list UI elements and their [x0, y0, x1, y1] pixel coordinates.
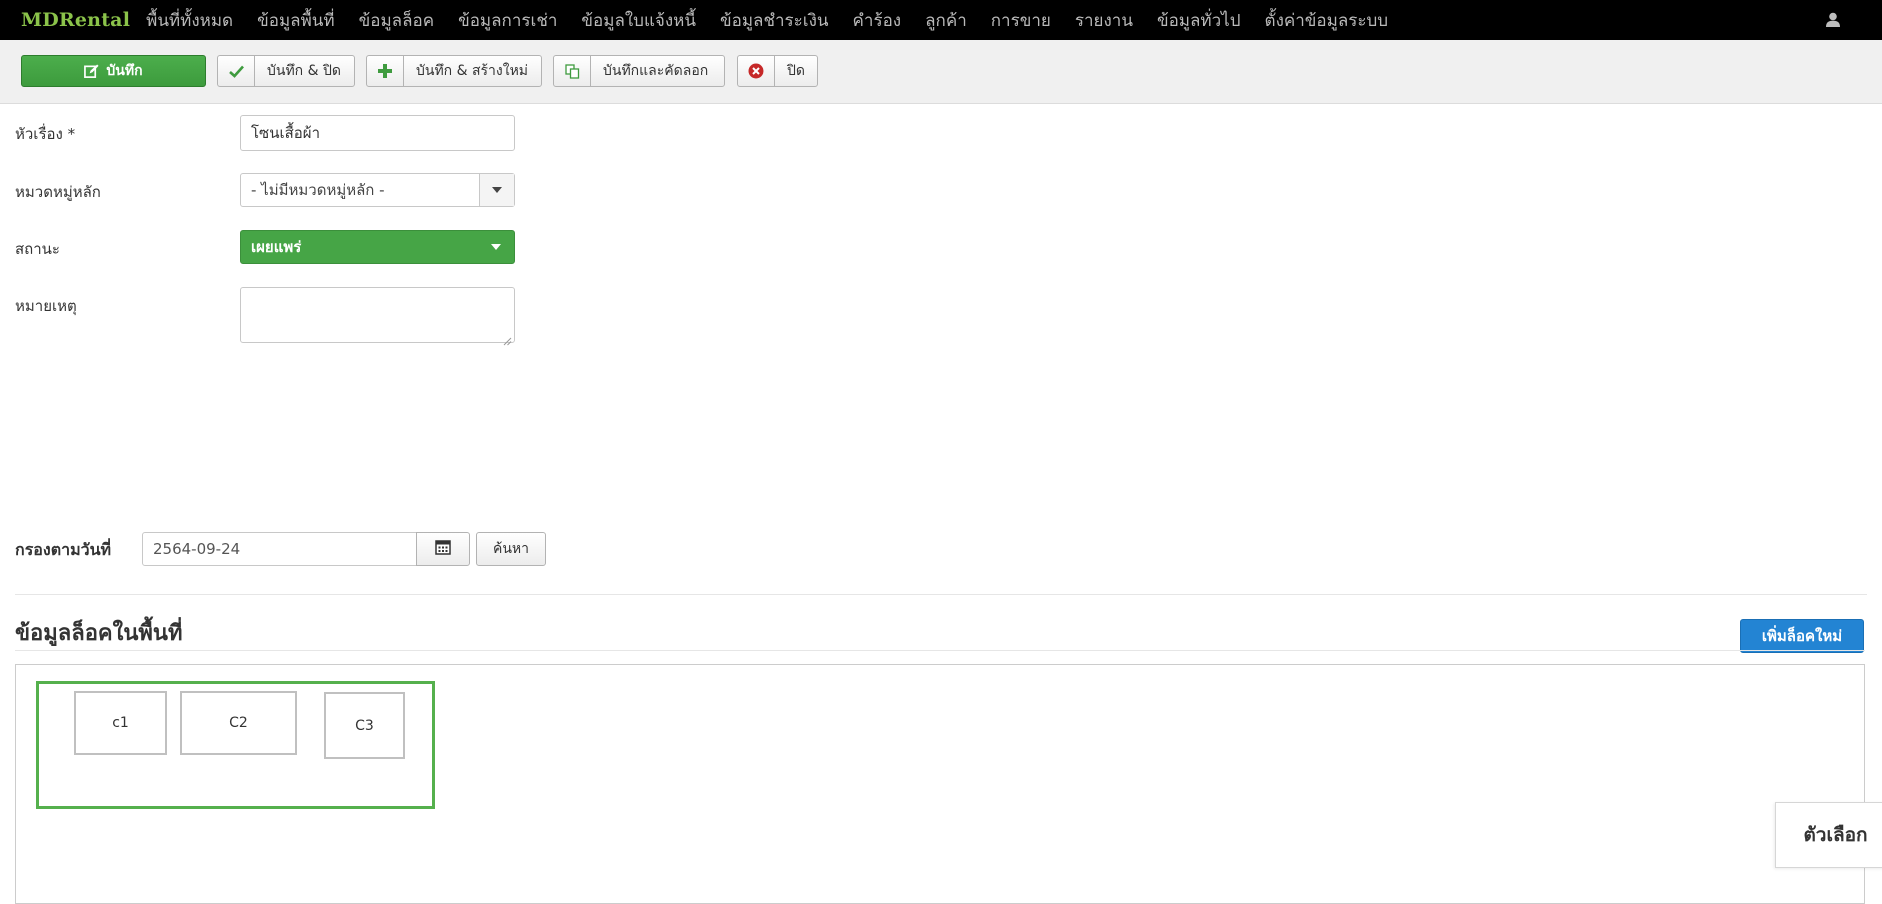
nav-rental-info[interactable]: ข้อมูลการเช่า	[446, 7, 569, 34]
status-select-value: เผยแพร่	[251, 238, 302, 256]
nav-all-areas[interactable]: พื้นที่ทั้งหมด	[134, 7, 245, 34]
date-filter-input[interactable]	[142, 532, 417, 566]
nav-payment-info[interactable]: ข้อมูลชำระเงิน	[708, 7, 841, 34]
title-input[interactable]	[240, 115, 515, 151]
save-button[interactable]: บันทึก	[21, 55, 206, 87]
options-tab[interactable]: ตัวเลือก	[1775, 802, 1882, 868]
nav-requests[interactable]: คำร้อง	[841, 7, 914, 34]
lock-label: C3	[355, 717, 374, 734]
title-label: หัวเรื่อง *	[15, 125, 76, 143]
section-divider	[15, 650, 1865, 651]
nav-customers[interactable]: ลูกค้า	[913, 7, 979, 34]
nav-system-settings[interactable]: ตั้งค่าข้อมูลระบบ	[1253, 7, 1401, 34]
close-circle-icon	[738, 56, 775, 86]
brand-logo[interactable]: MDRental	[21, 9, 130, 31]
status-select[interactable]: เผยแพร่	[240, 230, 515, 264]
nav-general-info[interactable]: ข้อมูลทั่วไป	[1145, 7, 1253, 34]
top-navbar: MDRental พื้นที่ทั้งหมด ข้อมูลพื้นที่ ข้…	[0, 0, 1882, 40]
edit-icon	[84, 56, 99, 86]
calendar-icon	[435, 539, 451, 559]
user-icon[interactable]	[1824, 11, 1842, 29]
lock-label: C2	[229, 715, 248, 731]
lock-layout-canvas: c1 C2 C3	[15, 664, 1865, 904]
save-button-label: บันทึก	[106, 63, 143, 79]
lock-box-c3[interactable]: C3	[324, 692, 405, 759]
copy-icon	[554, 56, 591, 86]
save-close-label: บันทึก & ปิด	[267, 63, 341, 79]
save-copy-button[interactable]: บันทึกและคัดลอก	[553, 55, 725, 87]
close-button[interactable]: ปิด	[737, 55, 818, 87]
nav-reports[interactable]: รายงาน	[1063, 7, 1145, 34]
note-label: หมายเหตุ	[15, 297, 77, 315]
search-button[interactable]: ค้นหา	[476, 532, 546, 566]
divider	[15, 594, 1867, 595]
plus-icon	[367, 56, 404, 86]
save-copy-label: บันทึกและคัดลอก	[603, 63, 709, 79]
close-label: ปิด	[787, 63, 805, 79]
area-zone[interactable]: c1 C2 C3	[36, 681, 435, 809]
category-label: หมวดหมู่หลัก	[15, 183, 101, 201]
check-icon	[218, 56, 255, 86]
note-textarea[interactable]	[240, 287, 515, 346]
nav-lock-info[interactable]: ข้อมูลล็อค	[347, 7, 446, 34]
save-close-button[interactable]: บันทึก & ปิด	[217, 55, 355, 87]
status-label: สถานะ	[15, 240, 60, 258]
nav-area-info[interactable]: ข้อมูลพื้นที่	[245, 7, 347, 34]
nav-sales[interactable]: การขาย	[979, 7, 1063, 34]
category-select[interactable]: - ไม่มีหมวดหมู่หลัก -	[240, 173, 515, 207]
category-select-value: - ไม่มีหมวดหมู่หลัก -	[251, 181, 385, 199]
add-lock-button[interactable]: เพิ่มล็อคใหม่	[1740, 619, 1864, 653]
section-title: ข้อมูลล็อคในพื้นที่	[15, 621, 183, 646]
resize-grip-icon[interactable]	[503, 331, 512, 346]
chevron-down-icon	[479, 174, 514, 206]
lock-label: c1	[112, 715, 129, 731]
main-menu: พื้นที่ทั้งหมด ข้อมูลพื้นที่ ข้อมูลล็อค …	[134, 7, 1400, 34]
chevron-down-icon	[478, 244, 514, 250]
save-new-label: บันทึก & สร้างใหม่	[416, 63, 529, 79]
save-new-button[interactable]: บันทึก & สร้างใหม่	[366, 55, 542, 87]
lock-box-c2[interactable]: C2	[180, 691, 297, 755]
action-toolbar: บันทึก บันทึก & ปิด บันทึก & สร้างใหม่ บ…	[0, 40, 1882, 104]
calendar-button[interactable]	[416, 532, 470, 566]
nav-invoice-info[interactable]: ข้อมูลใบแจ้งหนี้	[569, 7, 708, 34]
lock-box-c1[interactable]: c1	[74, 691, 167, 755]
date-filter-label: กรองตามวันที่	[15, 540, 112, 559]
